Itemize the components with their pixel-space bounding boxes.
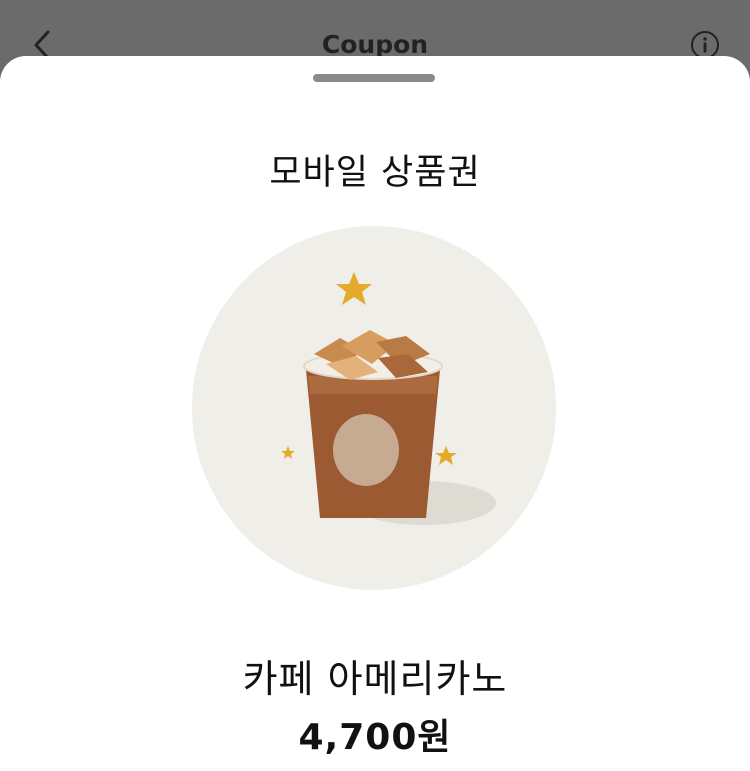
sheet-grabber-handle[interactable] [313,74,435,82]
product-name: 카페 아메리카노 [242,657,508,701]
product-price: 4,700원 [298,717,452,758]
iced-americano-image [281,272,496,525]
sheet-heading: 모바일 상품권 [269,153,481,193]
coupon-sheet: 모바일 상품권 카페 아메리카노 4,700원 [0,56,750,771]
product-image-circle [192,226,556,590]
page-title: Coupon [321,30,429,59]
